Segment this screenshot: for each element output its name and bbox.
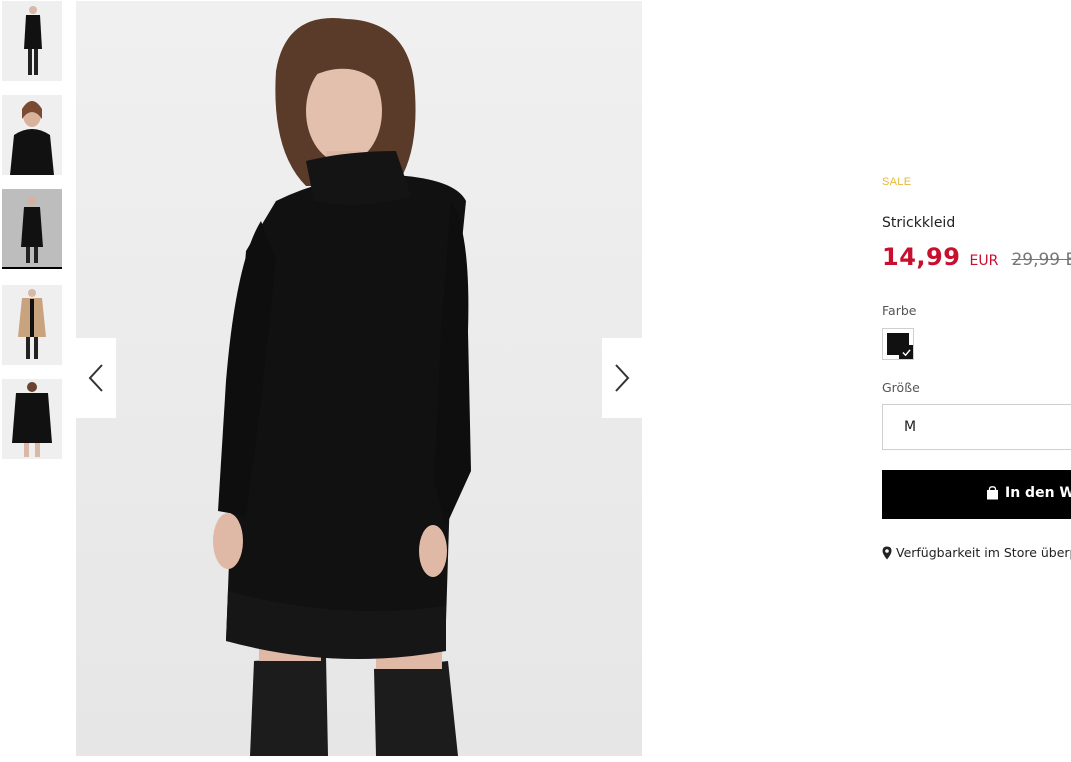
main-product-image (76, 1, 642, 756)
thumbnail-4-image (2, 285, 62, 365)
product-info-panel: SALE Strickkleid 14,99 EUR 29,99 EU Farb… (882, 0, 1071, 762)
thumbnail-2-image (2, 95, 62, 175)
active-thumbnail-indicator (2, 267, 62, 269)
price-row: 14,99 EUR 29,99 EU (882, 243, 1071, 271)
shopping-bag-icon (987, 486, 998, 500)
product-title: Strickkleid (882, 215, 956, 231)
add-to-cart-label: In den Wa (1005, 485, 1071, 501)
add-to-cart-content: In den Wa (986, 485, 1071, 501)
thumbnail-5-image (2, 379, 62, 459)
size-select[interactable]: M (882, 404, 1071, 450)
thumbnail-5[interactable] (2, 379, 62, 459)
next-image-button[interactable] (602, 338, 642, 418)
thumbnail-1[interactable] (2, 1, 62, 81)
original-price: 29,99 EU (1011, 250, 1071, 270)
price-currency: EUR (969, 253, 999, 269)
color-swatch-black[interactable] (882, 328, 914, 360)
size-label: Größe (882, 380, 920, 395)
thumbnail-3[interactable] (2, 189, 62, 269)
store-availability-label: Verfügbarkeit im Store überp (896, 545, 1071, 560)
thumbnail-1-image (2, 1, 62, 81)
chevron-left-icon (88, 364, 103, 392)
color-label: Farbe (882, 303, 917, 318)
thumbnail-4[interactable] (2, 285, 62, 365)
thumbnail-3-image (2, 189, 62, 269)
chevron-right-icon (615, 364, 630, 392)
current-price: 14,99 (882, 243, 961, 271)
checkmark-icon (899, 345, 913, 359)
thumbnail-2[interactable] (2, 95, 62, 175)
location-pin-icon (882, 546, 892, 559)
size-select-value: M (904, 419, 917, 435)
store-availability-link[interactable]: Verfügbarkeit im Store überp (882, 545, 1071, 560)
sale-badge: SALE (882, 176, 912, 188)
add-to-cart-button[interactable]: In den Wa (882, 470, 1071, 519)
prev-image-button[interactable] (76, 338, 116, 418)
product-photo (76, 1, 642, 756)
